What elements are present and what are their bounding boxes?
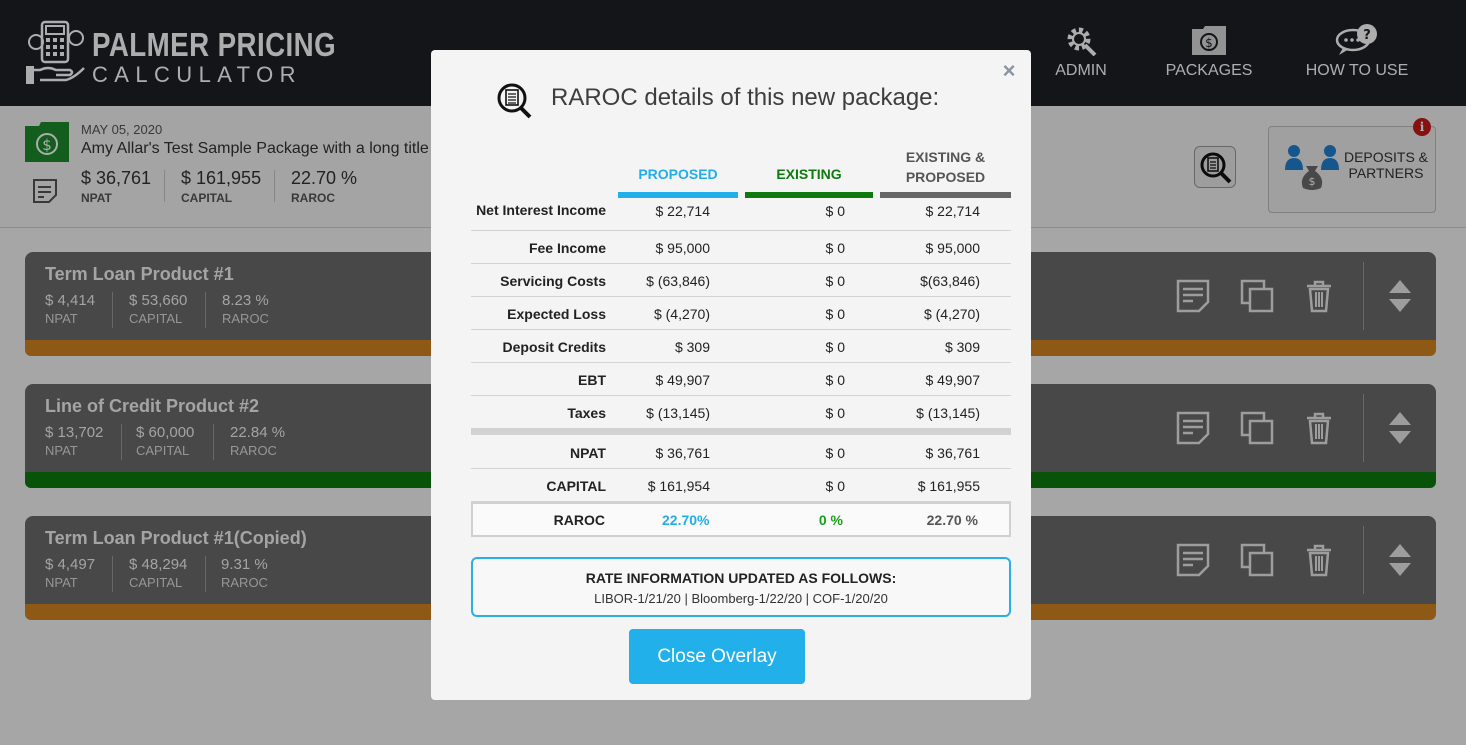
cell-existing: $ 0 (825, 339, 845, 355)
cell-combined: $ 95,000 (925, 240, 981, 256)
magnifier-clipboard-icon (497, 83, 532, 119)
cell-combined: $ 49,907 (925, 372, 981, 388)
cell-proposed: $ 22,714 (655, 203, 711, 219)
cell-combined: $ 36,761 (925, 445, 981, 461)
totals-divider (471, 428, 1011, 435)
column-header-combined-line1: EXISTING & (905, 149, 986, 165)
cell-combined: $ 22,714 (925, 203, 981, 219)
table-row: Net Interest Income $ 22,714 $ 0 $ 22,71… (471, 198, 1011, 231)
raroc-proposed: 22.70% (662, 512, 710, 528)
rate-info-heading: RATE INFORMATION UPDATED AS FOLLOWS: (585, 570, 897, 586)
cell-existing: $ 0 (825, 203, 845, 219)
raroc-row: RAROC 22.70% 0 % 22.70 % (471, 502, 1011, 537)
cell-combined: $ (13,145) (916, 405, 980, 421)
row-label: Net Interest Income (476, 202, 606, 218)
raroc-details-modal: × RAROC details of this new package: PRO… (431, 50, 1031, 700)
table-row: CAPITAL $ 161,954 $ 0 $ 161,955 (471, 469, 1011, 502)
table-row: EBT $ 49,907 $ 0 $ 49,907 (471, 363, 1011, 396)
table-row: Servicing Costs $ (63,846) $ 0 $(63,846) (471, 264, 1011, 297)
cell-existing: $ 0 (825, 478, 845, 494)
cell-proposed: $ 309 (674, 339, 710, 355)
cell-existing: $ 0 (825, 445, 845, 461)
raroc-existing: 0 % (818, 512, 843, 528)
close-overlay-button[interactable]: Close Overlay (629, 629, 805, 684)
column-header-combined: EXISTING & PROPOSED (880, 147, 1011, 187)
raroc-combined: 22.70 % (926, 512, 978, 528)
cell-combined: $ (4,270) (923, 306, 980, 322)
cell-existing: $ 0 (825, 372, 845, 388)
cell-proposed: $ 36,761 (655, 445, 711, 461)
cell-existing: $ 0 (825, 273, 845, 289)
column-header-proposed: PROPOSED (638, 166, 718, 182)
table-row: NPAT $ 36,761 $ 0 $ 36,761 (471, 436, 1011, 469)
cell-proposed: $ (13,145) (646, 405, 710, 421)
cell-existing: $ 0 (825, 306, 845, 322)
row-label: EBT (578, 372, 606, 388)
row-label: Taxes (567, 405, 606, 421)
cell-proposed: $ 49,907 (655, 372, 711, 388)
table-row: Fee Income $ 95,000 $ 0 $ 95,000 (471, 231, 1011, 264)
cell-existing: $ 0 (825, 240, 845, 256)
row-label: Expected Loss (507, 306, 606, 322)
table-row: Expected Loss $ (4,270) $ 0 $ (4,270) (471, 297, 1011, 330)
cell-proposed: $ (4,270) (653, 306, 710, 322)
column-header-combined-line2: PROPOSED (905, 169, 986, 185)
row-label: Fee Income (528, 240, 606, 256)
row-label: Servicing Costs (500, 273, 606, 289)
cell-combined: $ 309 (944, 339, 980, 355)
cell-proposed: $ (63,846) (646, 273, 710, 289)
row-label: CAPITAL (546, 478, 606, 494)
cell-combined: $(63,846) (920, 273, 980, 289)
close-icon[interactable]: × (999, 60, 1019, 82)
cell-proposed: $ 161,954 (647, 478, 710, 494)
table-row: Deposit Credits $ 309 $ 0 $ 309 (471, 330, 1011, 363)
row-label: NPAT (569, 445, 606, 461)
cell-combined: $ 161,955 (917, 478, 980, 494)
modal-title: RAROC details of this new package: (551, 84, 940, 111)
row-label: Deposit Credits (502, 339, 606, 355)
column-header-existing: EXISTING (776, 166, 842, 182)
rate-info-box: RATE INFORMATION UPDATED AS FOLLOWS: LIB… (471, 557, 1011, 617)
rate-info-detail: LIBOR-1/21/20 | Bloomberg-1/22/20 | COF-… (594, 591, 888, 606)
cell-proposed: $ 95,000 (655, 240, 711, 256)
raroc-row-label: RAROC (553, 512, 605, 528)
table-row: Taxes $ (13,145) $ 0 $ (13,145) (471, 396, 1011, 429)
cell-existing: $ 0 (825, 405, 845, 421)
